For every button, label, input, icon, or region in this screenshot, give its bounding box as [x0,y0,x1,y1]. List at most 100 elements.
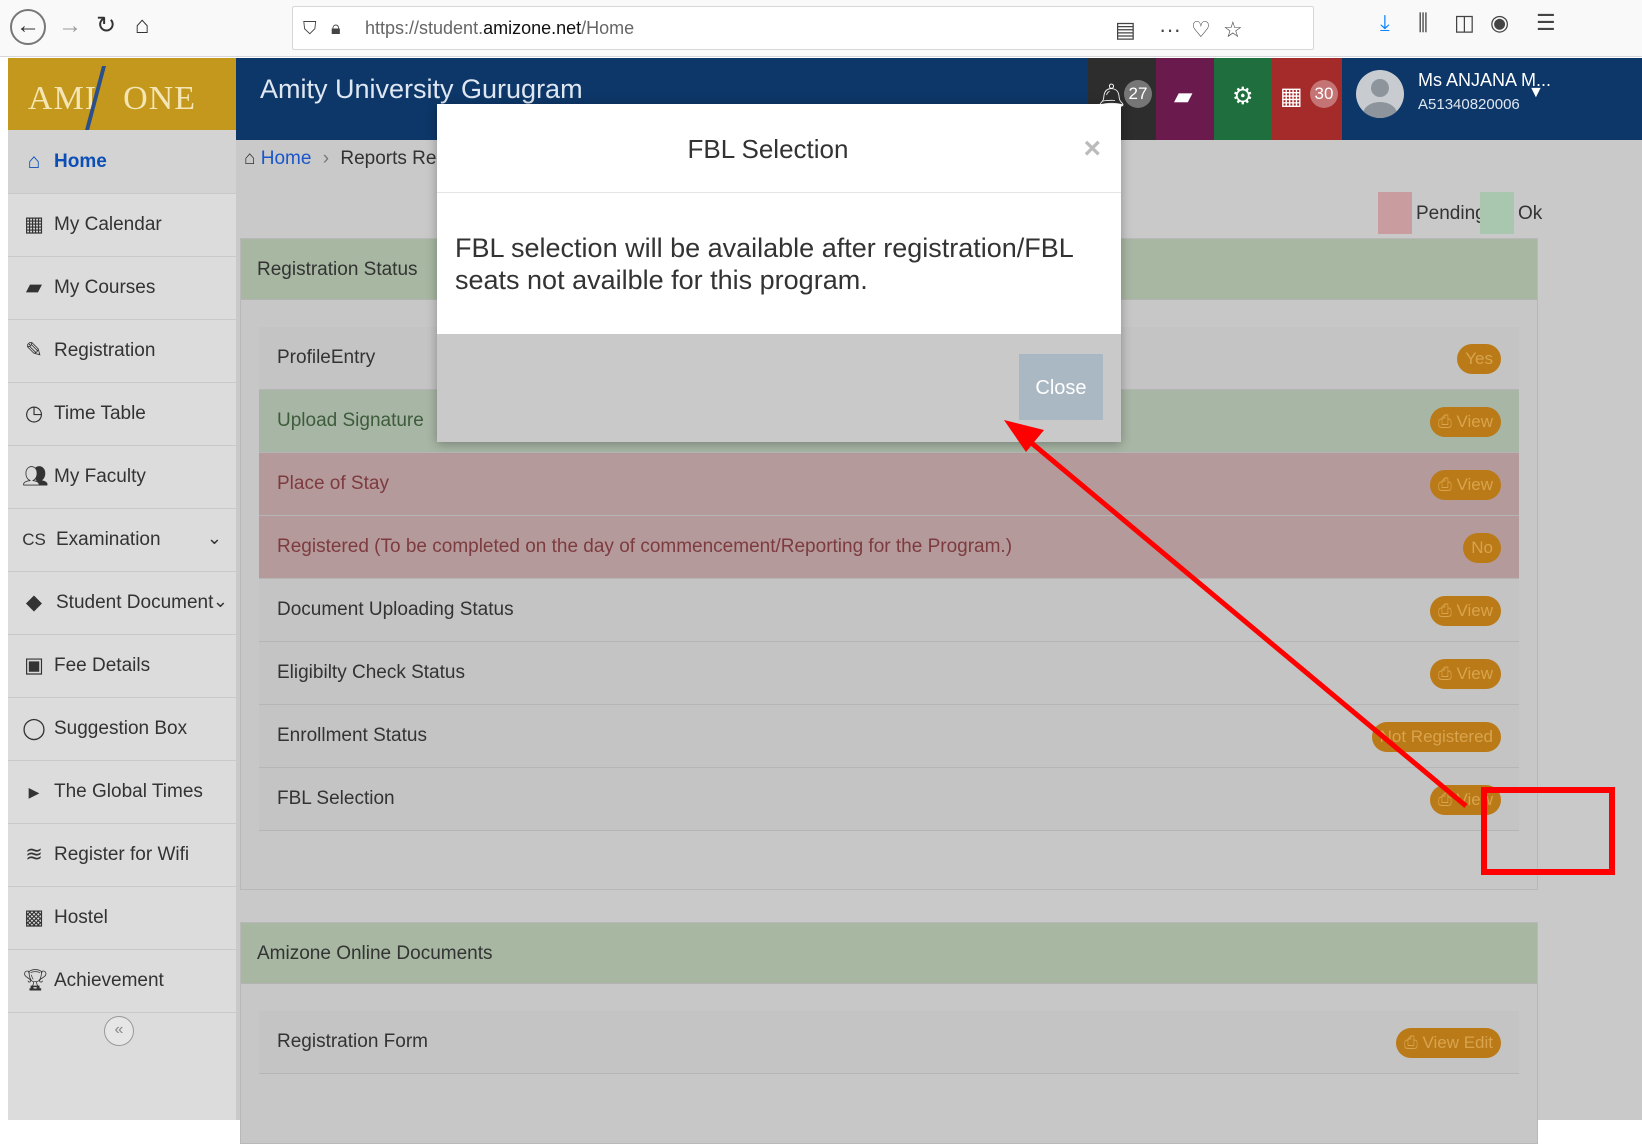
sidebar-item-my-courses[interactable]: ▰ My Courses [8,256,236,320]
back-icon[interactable]: ← [10,9,46,45]
breadcrumb: ⌂ Home › Reports Regis [244,148,461,170]
reader-view-icon[interactable]: ▤ [1115,17,1136,43]
sidebar-toggle-icon[interactable]: ◫ [1454,10,1475,36]
sidebar-item-registration[interactable]: ✎ Registration [8,319,236,383]
fbl-view-button[interactable]: ⎙ View [1430,785,1501,815]
browser-toolbar: ← → ↻ ⌂ ⛉ 🔒︎ https://student.amizone.net… [0,0,1642,57]
sidebar-item-label: My Courses [54,277,156,298]
lock-icon: 🔒︎ [331,18,341,38]
settings-button[interactable]: ⚙ [1214,58,1272,140]
chevron-down-icon: ▼ [1528,84,1544,101]
book-icon: ▰ [25,276,43,299]
sidebar-item-label: My Calendar [54,214,162,235]
avatar [1356,70,1404,118]
row-label: Registration Form [277,1031,428,1052]
collapse-sidebar-icon[interactable]: « [104,1016,134,1046]
wifi-icon: ≋ [25,843,43,866]
caret-right-icon: ▶ [28,784,40,800]
modal-footer: Close [437,334,1121,442]
chevron-down-icon: ⌄ [212,591,228,611]
sidebar-item-suggestion-box[interactable]: ◯ Suggestion Box [8,697,236,761]
library-icon[interactable]: ⫼ [1418,10,1428,36]
view-button[interactable]: ⎙ View [1430,659,1501,689]
courses-button[interactable]: ▰ [1156,58,1214,140]
sidebar-item-label: Student Document [56,592,214,613]
close-button[interactable]: Close [1019,354,1103,420]
table-row: Place of Stay ⎙ View [259,453,1519,516]
menu-icon[interactable]: ☰ [1536,10,1556,36]
comment-icon: ◯ [22,717,46,740]
notifications-count: 27 [1124,80,1152,108]
clock-icon: ◷ [24,402,44,425]
close-icon[interactable]: × [1083,132,1101,166]
calendar-icon: ▦ [24,213,44,236]
table-row: Enrollment Status Not Registered [259,705,1519,768]
url-text: https://student.amizone.net/Home [365,18,635,38]
sidebar-item-my-faculty[interactable]: 👥︎ My Faculty [8,445,236,509]
online-documents-header: Amizone Online Documents [241,923,1537,984]
user-menu[interactable]: Ms ANJANA M... A51340820006 ▼ [1342,58,1642,140]
view-button[interactable]: ⎙ View [1430,407,1501,437]
modal-title: FBL Selection [687,134,849,164]
print-icon: ⎙ [1404,1033,1423,1052]
sidebar-item-examination[interactable]: CS Examination ⌄ [8,508,236,572]
row-label: Place of Stay [277,473,389,494]
download-icon[interactable]: ⤓ [1380,10,1390,36]
sidebar-item-label: Fee Details [54,655,151,676]
view-edit-label: View Edit [1422,1033,1493,1052]
panel-title: Registration Status [257,259,418,280]
modal-divider [437,192,1121,193]
sidebar-item-home[interactable]: ⌂ Home [8,130,236,194]
view-label: View [1456,664,1493,683]
sidebar-item-label: Hostel [54,907,108,928]
row-label: Eligibilty Check Status [277,662,465,683]
breadcrumb-home-link[interactable]: Home [261,148,312,169]
sidebar-item-student-document[interactable]: ◆ Student Document ⌄ [8,571,236,635]
sidebar-item-register-wifi[interactable]: ≋ Register for Wifi [8,823,236,887]
sidebar-item-hostel[interactable]: ▩ Hostel [8,886,236,950]
calendar-count: 30 [1310,80,1338,108]
sidebar-item-label: Achievement [54,970,164,991]
sidebar-item-label: The Global Times [54,781,203,802]
pocket-icon[interactable]: ♡ [1191,17,1211,43]
row-label: Document Uploading Status [277,599,514,620]
legend-pending-swatch [1378,192,1412,234]
print-icon: ⎙ [1438,412,1457,431]
calendar-header-icon: ▦ [1280,83,1303,110]
table-row: Registered (To be completed on the day o… [259,516,1519,579]
row-label: ProfileEntry [277,347,376,368]
view-button[interactable]: ⎙ View [1430,470,1501,500]
reload-icon[interactable]: ↻ [88,8,124,44]
sidebar-item-my-calendar[interactable]: ▦ My Calendar [8,193,236,257]
table-row: Eligibilty Check Status ⎙ View [259,642,1519,705]
sidebar-item-label: Register for Wifi [54,844,190,865]
logo-text: AMI ONE [28,80,196,117]
view-edit-button[interactable]: ⎙ View Edit [1396,1028,1501,1058]
account-icon[interactable]: ◉ [1490,10,1509,36]
hostel-icon: ▩ [24,906,44,929]
calendar-button[interactable]: ▦ 30 [1272,58,1342,140]
sidebar-item-fee-details[interactable]: ▣ Fee Details [8,634,236,698]
home-browser-icon[interactable]: ⌂ [124,8,160,44]
sidebar-item-time-table[interactable]: ◷ Time Table [8,382,236,446]
row-label: Upload Signature [277,410,424,431]
print-icon: ⎙ [1438,601,1457,620]
print-icon: ⎙ [1438,790,1457,809]
sidebar-item-global-times[interactable]: ▶ The Global Times [8,760,236,824]
more-actions-icon[interactable]: ··· [1159,17,1181,43]
modal-message: FBL selection will be available after re… [455,233,1073,295]
amizone-logo[interactable]: AMI ONE [8,58,236,140]
view-button[interactable]: ⎙ View [1430,596,1501,626]
row-label: FBL Selection [277,788,395,809]
view-label: View [1456,601,1493,620]
status-badge: No [1463,533,1501,563]
legend-ok-swatch [1480,192,1514,234]
status-badge: Yes [1457,344,1501,374]
address-bar[interactable]: ⛉ 🔒︎ https://student.amizone.net/Home ▤ … [292,6,1314,50]
bookmark-star-icon[interactable]: ☆ [1223,17,1243,43]
fbl-selection-modal: FBL Selection × FBL selection will be av… [437,104,1121,442]
gear-icon: ⚙ [1232,83,1254,110]
sidebar: ⌂ Home ▦ My Calendar ▰ My Courses ✎ Regi… [8,130,236,1120]
forward-icon[interactable]: → [52,8,88,44]
sidebar-item-achievement[interactable]: 🏆︎ Achievement [8,949,236,1013]
